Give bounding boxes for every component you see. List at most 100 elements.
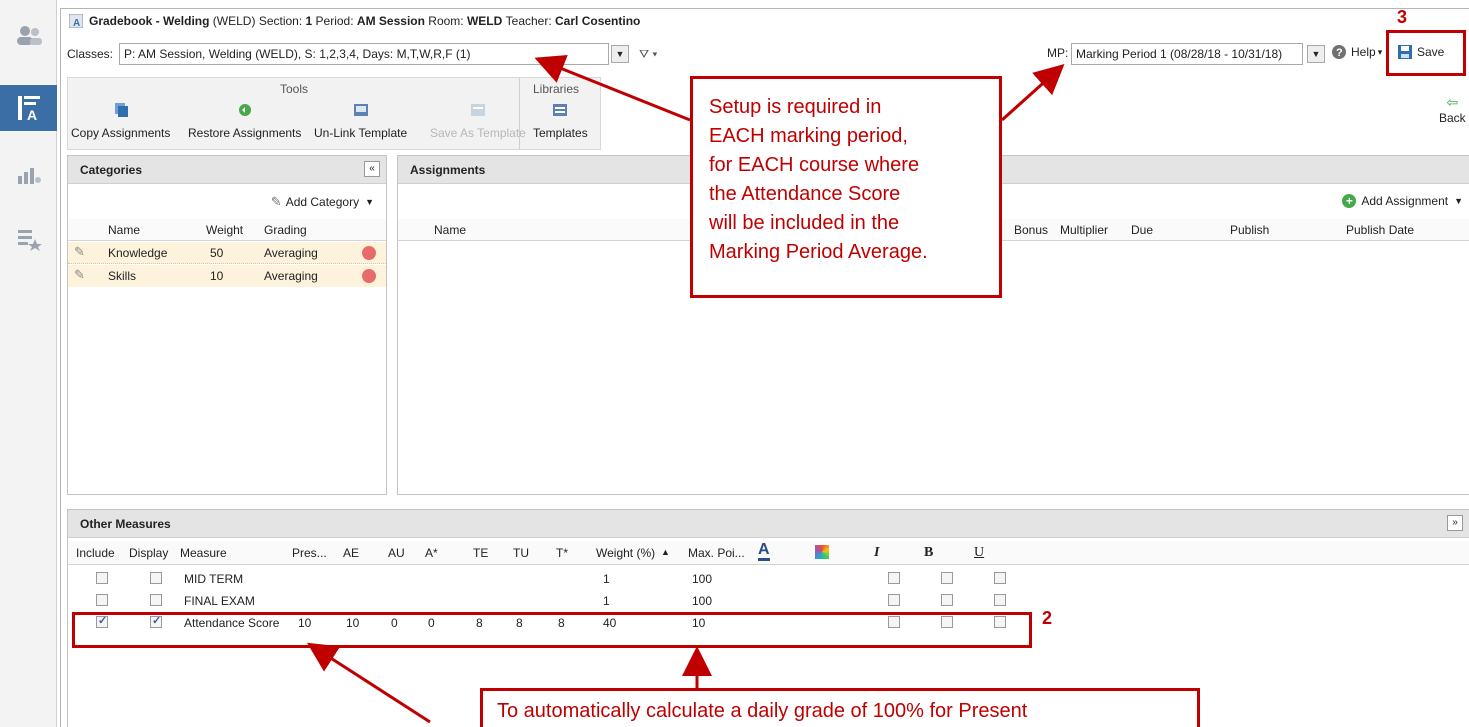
mp-dropdown-icon[interactable]: ▼ (1307, 45, 1325, 63)
col-te[interactable]: TE (473, 546, 488, 560)
expand-icon[interactable]: » (1447, 515, 1463, 531)
attendance-row-highlight-box (72, 612, 1032, 648)
categories-panel: Categories « ✎ Add Category ▼ Name Weigh… (67, 155, 387, 495)
col-weight[interactable]: Weight (206, 223, 243, 237)
libraries-header: Libraries (533, 82, 580, 96)
classes-select[interactable]: P: AM Session, Welding (WELD), S: 1,2,3,… (119, 43, 610, 65)
measure-max-points: 100 (692, 594, 713, 608)
templates-button[interactable]: Templates (533, 102, 588, 140)
remove-icon[interactable] (362, 269, 376, 283)
filter-icon[interactable]: ⛛ ▾ (639, 47, 657, 62)
col-present[interactable]: Pres... (292, 546, 327, 560)
users-icon[interactable] (0, 12, 57, 58)
mp-select[interactable]: Marking Period 1 (08/28/18 - 10/31/18) (1071, 43, 1303, 65)
col-publish[interactable]: Publish (1230, 223, 1269, 237)
category-grading: Averaging (264, 269, 318, 283)
remove-icon[interactable] (362, 246, 376, 260)
col-ae[interactable]: AE (343, 546, 359, 560)
font-color-icon[interactable]: A (758, 542, 770, 561)
col-publish-date[interactable]: Publish Date (1346, 223, 1414, 237)
display-checkbox[interactable] (150, 594, 162, 606)
unlink-icon (353, 104, 368, 116)
category-weight: 10 (210, 269, 224, 283)
help-button[interactable]: ? Help ▾ (1331, 44, 1382, 60)
bold-checkbox[interactable] (941, 572, 953, 584)
reports-chart-icon[interactable] (0, 152, 57, 198)
col-au[interactable]: AU (388, 546, 405, 560)
restore-assignments-label: Restore Assignments (188, 126, 302, 140)
col-measure[interactable]: Measure (180, 546, 227, 560)
add-circle-icon: + (1342, 194, 1357, 208)
title-teacher-label: Teacher: (505, 14, 552, 28)
callout-line: Marking Period Average. (709, 241, 928, 263)
col-tu[interactable]: TU (513, 546, 529, 560)
measure-row[interactable]: FINAL EXAM 1 100 (68, 590, 1469, 612)
bottom-callout-text: To automatically calculate a daily grade… (497, 700, 1028, 722)
col-display[interactable]: Display (129, 546, 168, 560)
col-underline[interactable]: U (974, 545, 984, 561)
gradebook-icon[interactable]: A (0, 85, 57, 131)
italic-checkbox[interactable] (888, 572, 900, 584)
classes-dropdown-icon[interactable]: ▼ (611, 45, 630, 63)
back-arrow-icon: ⇦ (1446, 94, 1459, 110)
svg-text:?: ? (1336, 47, 1343, 59)
col-bold[interactable]: B (924, 545, 933, 561)
daily-grade-callout: To automatically calculate a daily grade… (480, 688, 1200, 727)
assignments-title: Assignments (410, 162, 486, 177)
restore-assignments-button[interactable]: Restore Assignments (188, 102, 301, 140)
add-category-icon: ✎ (270, 194, 282, 209)
ribbon-toolbar: Tools Libraries Copy Assignments Restore… (67, 77, 601, 150)
standards-star-icon[interactable] (0, 216, 57, 262)
underline-checkbox[interactable] (994, 572, 1006, 584)
col-due[interactable]: Due (1131, 223, 1153, 237)
edit-pencil-icon[interactable]: ✎ (74, 244, 85, 260)
setup-callout: Setup is required in EACH marking period… (690, 76, 1002, 298)
callout-line: will be included in the (709, 212, 900, 234)
include-checkbox[interactable] (96, 594, 108, 606)
add-category-button[interactable]: ✎ Add Category ▼ (271, 194, 374, 210)
templates-icon (553, 104, 568, 116)
classes-selected: P: AM Session, Welding (WELD), S: 1,2,3,… (124, 47, 471, 61)
col-name[interactable]: Name (108, 223, 140, 237)
svg-text:A: A (27, 107, 37, 122)
col-grading[interactable]: Grading (264, 223, 307, 237)
col-t-star[interactable]: T* (556, 546, 568, 560)
col-assignment-name[interactable]: Name (434, 223, 466, 237)
col-a-star[interactable]: A* (425, 546, 438, 560)
edit-pencil-icon[interactable]: ✎ (74, 267, 85, 283)
category-row[interactable]: ✎ Knowledge 50 Averaging (68, 242, 386, 264)
measure-max-points: 100 (692, 572, 713, 586)
measure-row[interactable]: MID TERM 1 100 (68, 568, 1469, 590)
unlink-template-button[interactable]: Un-Link Template (314, 102, 407, 140)
col-max-points[interactable]: Max. Poi... (688, 546, 745, 560)
col-bonus[interactable]: Bonus (1014, 223, 1048, 237)
classes-row: Classes: P: AM Session, Welding (WELD), … (61, 41, 1469, 67)
copy-assignments-button[interactable]: Copy Assignments (71, 102, 170, 140)
unlink-template-label: Un-Link Template (314, 126, 408, 140)
classes-label: Classes: (67, 47, 114, 61)
col-weight-pct[interactable]: Weight (%) (596, 546, 655, 560)
step-2-label: 2 (1042, 608, 1053, 628)
include-checkbox[interactable] (96, 572, 108, 584)
templates-label: Templates (533, 126, 588, 140)
display-checkbox[interactable] (150, 572, 162, 584)
step-3-label: 3 (1397, 7, 1408, 27)
save-as-template-label: Save As Template (430, 126, 526, 140)
italic-checkbox[interactable] (888, 594, 900, 606)
collapse-icon[interactable]: « (364, 161, 380, 177)
back-button[interactable]: ⇦ Back (1439, 94, 1466, 125)
category-name: Skills (108, 269, 137, 283)
color-palette-icon[interactable] (815, 545, 829, 559)
other-measures-header: Other Measures » (68, 510, 1469, 538)
col-include[interactable]: Include (76, 546, 115, 560)
callout-line: EACH marking period, (709, 125, 908, 147)
save-as-template-button[interactable]: Save As Template (430, 102, 526, 140)
underline-checkbox[interactable] (994, 594, 1006, 606)
col-multiplier[interactable]: Multiplier (1060, 223, 1108, 237)
add-assignment-button[interactable]: + Add Assignment ▼ (1342, 194, 1463, 208)
category-row[interactable]: ✎ Skills 10 Averaging (68, 265, 386, 287)
col-italic[interactable]: I (874, 545, 879, 561)
measures-grid-header: Include Display Measure Pres... AE AU A*… (68, 541, 1469, 565)
bold-checkbox[interactable] (941, 594, 953, 606)
copy-icon (114, 103, 128, 117)
